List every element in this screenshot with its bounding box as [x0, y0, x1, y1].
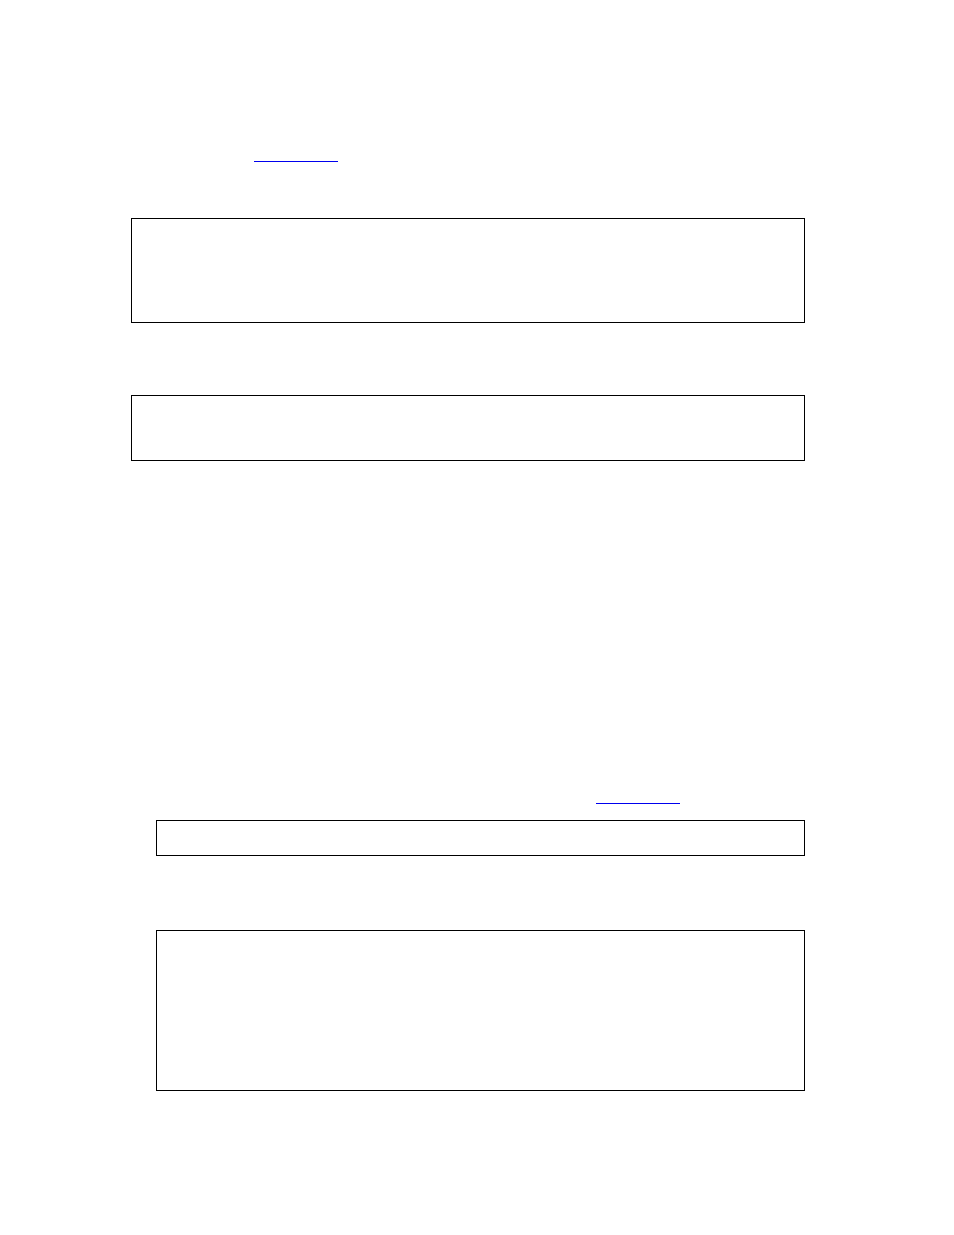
box-1 — [131, 218, 805, 323]
box-4 — [156, 930, 805, 1091]
box-3 — [156, 820, 805, 856]
middle-link[interactable] — [596, 790, 680, 804]
top-link[interactable] — [254, 148, 338, 162]
box-2 — [131, 395, 805, 461]
